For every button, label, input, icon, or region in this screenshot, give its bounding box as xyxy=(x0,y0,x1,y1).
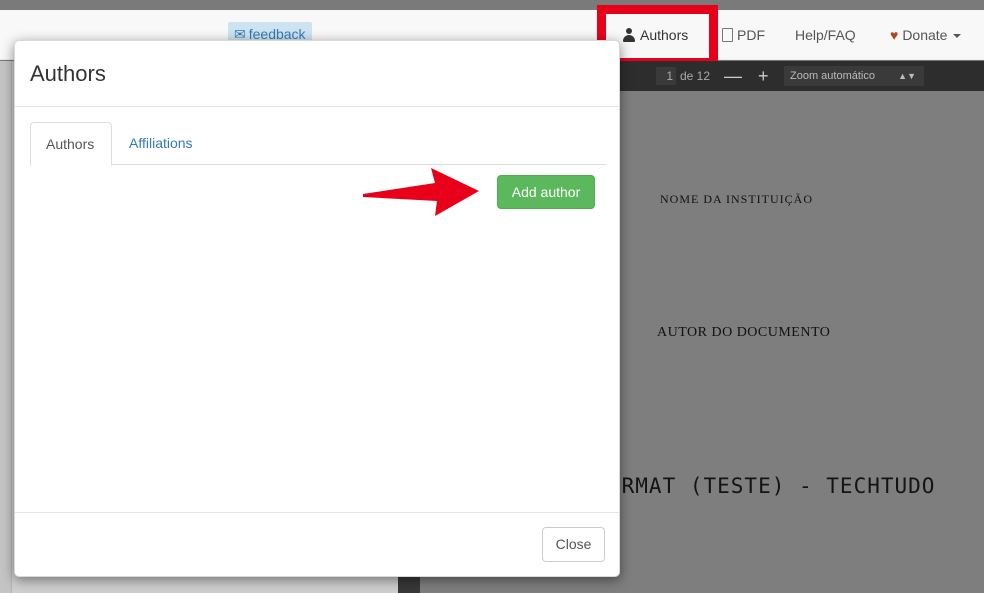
modal-tabs: Authors Affiliations xyxy=(30,122,606,166)
pdf-title-line: ORMAT (TESTE) - TECHTUDO xyxy=(608,474,936,498)
nav-pdf[interactable]: PDF xyxy=(722,10,765,60)
page-number-input[interactable]: 1 xyxy=(656,67,676,85)
zoom-select-value: Zoom automático xyxy=(790,70,875,82)
caret-down-icon xyxy=(953,34,962,39)
nav-help[interactable]: Help/FAQ xyxy=(795,10,856,60)
page-count: de 12 xyxy=(680,69,711,83)
select-arrows-icon: ▲▼ xyxy=(898,71,916,81)
close-button[interactable]: Close xyxy=(542,527,605,562)
nav-donate[interactable]: ♥ Donate xyxy=(890,10,962,60)
modal-header: Authors xyxy=(15,41,619,107)
tab-authors[interactable]: Authors xyxy=(30,122,112,166)
red-arrow-icon xyxy=(363,168,479,216)
tab-affiliations[interactable]: Affiliations xyxy=(114,122,208,165)
zoom-select[interactable]: Zoom automático ▲▼ xyxy=(784,66,924,86)
nav-help-label: Help/FAQ xyxy=(795,27,856,43)
zoom-out-button[interactable]: — xyxy=(724,63,742,89)
modal-title: Authors xyxy=(30,61,106,86)
pdf-author-line: AUTOR DO DOCUMENTO xyxy=(657,325,831,340)
nav-pdf-label: PDF xyxy=(737,27,765,43)
pdf-institution-line: NOME DA INSTITUIÇÃO xyxy=(660,192,813,206)
zoom-in-button[interactable]: + xyxy=(758,63,769,89)
editor-gutter xyxy=(0,61,12,593)
heart-icon: ♥ xyxy=(890,27,899,43)
nav-donate-label: Donate xyxy=(902,27,948,43)
authors-modal: Authors Authors Affiliations Add author … xyxy=(14,40,620,577)
modal-footer xyxy=(15,512,619,576)
pdf-file-icon xyxy=(722,28,733,42)
add-author-button[interactable]: Add author xyxy=(497,175,595,209)
